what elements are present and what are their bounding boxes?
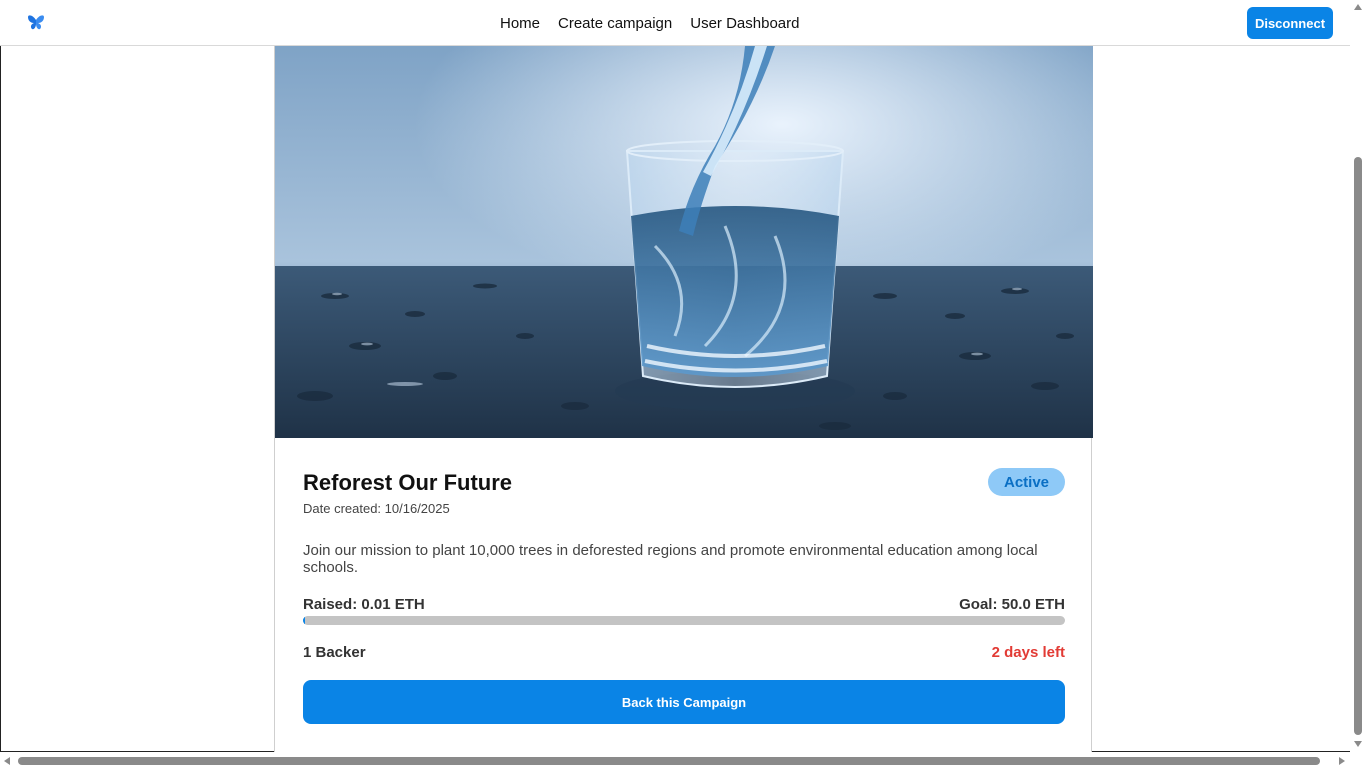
horizontal-scrollbar[interactable]	[0, 752, 1366, 768]
campaign-card: Reforest Our Future Date created: 10/16/…	[274, 46, 1093, 752]
campaign-title: Reforest Our Future	[303, 470, 513, 495]
funding-progress-fill	[303, 616, 306, 625]
vertical-scroll-thumb[interactable]	[1354, 157, 1362, 735]
campaign-description: Join our mission to plant 10,000 trees i…	[303, 542, 1038, 576]
campaign-date-created: Date created: 10/16/2025	[303, 501, 450, 516]
horizontal-scroll-thumb[interactable]	[18, 757, 1320, 765]
top-navbar: Home Create campaign User Dashboard Disc…	[0, 0, 1350, 46]
scroll-right-arrow-icon[interactable]	[1339, 757, 1345, 765]
funding-progress-bar	[303, 616, 1065, 625]
scroll-up-arrow-icon[interactable]	[1354, 4, 1362, 10]
campaign-image	[275, 46, 1093, 438]
disconnect-button[interactable]: Disconnect	[1247, 7, 1333, 39]
goal-amount: Goal: 50.0 ETH	[959, 596, 1065, 613]
backers-count: 1 Backer	[303, 644, 366, 661]
vertical-scrollbar[interactable]	[1350, 0, 1366, 752]
back-campaign-button[interactable]: Back this Campaign	[303, 680, 1065, 724]
page-frame-left	[0, 46, 1, 752]
days-left: 2 days left	[991, 644, 1065, 661]
nav-home-link[interactable]: Home	[500, 15, 540, 32]
nav-links: Home Create campaign User Dashboard	[500, 0, 799, 46]
nav-user-dashboard-link[interactable]: User Dashboard	[690, 15, 799, 32]
scroll-down-arrow-icon[interactable]	[1354, 741, 1362, 747]
nav-create-campaign-link[interactable]: Create campaign	[558, 15, 672, 32]
status-badge: Active	[988, 468, 1065, 496]
raised-amount: Raised: 0.01 ETH	[303, 596, 425, 613]
scroll-left-arrow-icon[interactable]	[4, 757, 10, 765]
butterfly-logo-icon[interactable]	[26, 13, 46, 33]
